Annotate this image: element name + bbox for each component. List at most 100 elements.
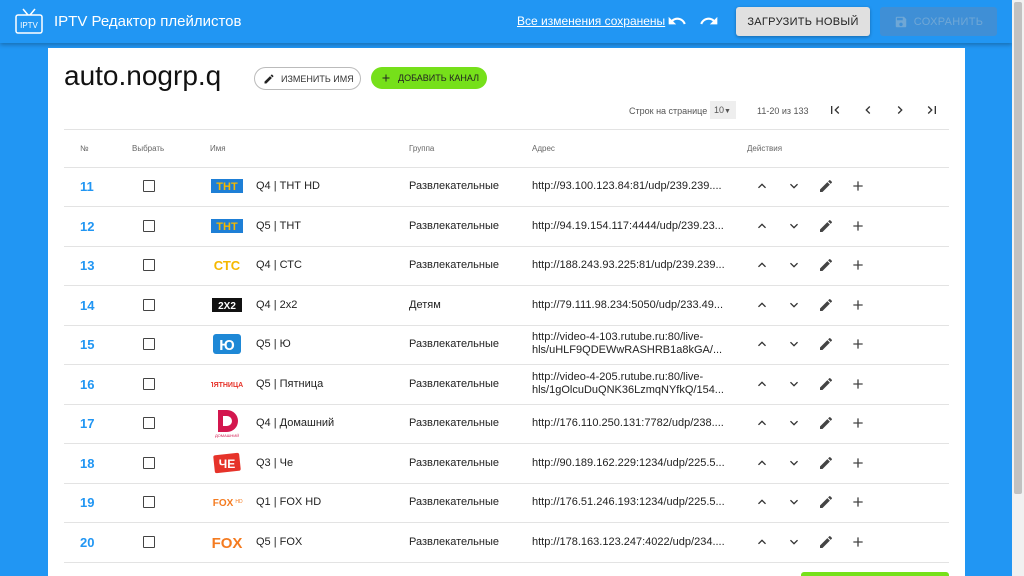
header-address: Адрес: [532, 144, 555, 153]
rows-per-page-select[interactable]: 10▼: [710, 101, 736, 119]
edit-icon[interactable]: [818, 415, 834, 431]
add-after-icon[interactable]: [850, 376, 866, 392]
scrollbar-thumb[interactable]: [1014, 2, 1022, 494]
add-after-icon[interactable]: [850, 455, 866, 471]
add-after-icon[interactable]: [850, 257, 866, 273]
rename-button[interactable]: ИЗМЕНИТЬ ИМЯ: [254, 67, 361, 90]
select-checkbox[interactable]: [143, 536, 155, 548]
next-page-icon[interactable]: [892, 102, 908, 118]
add-after-icon[interactable]: [850, 534, 866, 550]
move-down-icon[interactable]: [786, 297, 802, 313]
add-after-icon[interactable]: [850, 415, 866, 431]
app-bar: IPTV IPTV Редактор плейлистов Все измене…: [0, 0, 1012, 43]
edit-icon[interactable]: [818, 494, 834, 510]
select-checkbox[interactable]: [143, 259, 155, 271]
select-checkbox[interactable]: [143, 338, 155, 350]
logo-text: ТНТ: [216, 221, 238, 233]
channel-number[interactable]: 14: [80, 298, 94, 313]
channel-number[interactable]: 19: [80, 495, 94, 510]
2x2-logo: 2X2: [211, 290, 243, 320]
channel-number[interactable]: 20: [80, 535, 94, 550]
move-up-icon[interactable]: [754, 218, 770, 234]
undo-icon[interactable]: [667, 11, 687, 31]
move-down-icon[interactable]: [786, 218, 802, 234]
channel-group: Развлекательные: [409, 536, 499, 548]
add-after-icon[interactable]: [850, 218, 866, 234]
channel-number[interactable]: 12: [80, 219, 94, 234]
move-up-icon[interactable]: [754, 336, 770, 352]
move-up-icon[interactable]: [754, 494, 770, 510]
edit-icon[interactable]: [818, 455, 834, 471]
channel-name: Q4 | 2x2: [256, 299, 298, 311]
saved-status-link[interactable]: Все изменения сохранены: [517, 14, 665, 28]
move-up-icon[interactable]: [754, 415, 770, 431]
upload-new-button[interactable]: ЗАГРУЗИТЬ НОВЫЙ: [736, 7, 870, 36]
fab-bar[interactable]: [801, 572, 949, 576]
select-checkbox[interactable]: [143, 378, 155, 390]
channel-address: http://176.110.250.131:7782/udp/238....: [532, 417, 724, 429]
select-checkbox[interactable]: [143, 180, 155, 192]
move-up-icon[interactable]: [754, 178, 770, 194]
channel-number[interactable]: 15: [80, 337, 94, 352]
prev-page-icon[interactable]: [860, 102, 876, 118]
edit-icon[interactable]: [818, 257, 834, 273]
save-button[interactable]: СОХРАНИТЬ: [880, 7, 997, 36]
move-down-icon[interactable]: [786, 376, 802, 392]
rows-per-page-value: 10: [714, 105, 725, 115]
edit-icon[interactable]: [818, 376, 834, 392]
add-channel-button[interactable]: ДОБАВИТЬ КАНАЛ: [371, 67, 487, 89]
move-up-icon[interactable]: [754, 257, 770, 273]
tnt-logo: ТНТ: [211, 211, 243, 241]
table-row: 16 ПЯТНИЦА! Q5 | Пятница Развлекательные…: [64, 365, 949, 405]
edit-icon[interactable]: [818, 218, 834, 234]
move-down-icon[interactable]: [786, 494, 802, 510]
move-down-icon[interactable]: [786, 178, 802, 194]
move-down-icon[interactable]: [786, 534, 802, 550]
rename-button-label: ИЗМЕНИТЬ ИМЯ: [281, 73, 354, 84]
channel-group: Развлекательные: [409, 338, 499, 350]
move-down-icon[interactable]: [786, 257, 802, 273]
add-after-icon[interactable]: [850, 336, 866, 352]
add-after-icon[interactable]: [850, 297, 866, 313]
move-down-icon[interactable]: [786, 455, 802, 471]
channel-number[interactable]: 16: [80, 377, 94, 392]
edit-icon[interactable]: [818, 534, 834, 550]
select-checkbox[interactable]: [143, 417, 155, 429]
add-after-icon[interactable]: [850, 494, 866, 510]
channel-number[interactable]: 17: [80, 416, 94, 431]
move-down-icon[interactable]: [786, 336, 802, 352]
select-checkbox[interactable]: [143, 220, 155, 232]
channel-name: Q5 | Ю: [256, 338, 291, 350]
move-down-icon[interactable]: [786, 415, 802, 431]
first-page-icon[interactable]: [827, 102, 843, 118]
add-after-icon[interactable]: [850, 178, 866, 194]
plus-icon: [382, 74, 390, 82]
logo-text: ПЯТНИЦА!: [211, 382, 243, 389]
select-checkbox[interactable]: [143, 299, 155, 311]
move-up-icon[interactable]: [754, 534, 770, 550]
channel-number[interactable]: 13: [80, 258, 94, 273]
edit-icon[interactable]: [818, 178, 834, 194]
select-checkbox[interactable]: [143, 496, 155, 508]
logo-text: FOX: [213, 498, 234, 509]
channel-name: Q5 | ТНТ: [256, 220, 302, 232]
redo-icon[interactable]: [699, 11, 719, 31]
row-divider: [64, 562, 949, 563]
last-page-icon[interactable]: [924, 102, 940, 118]
move-up-icon[interactable]: [754, 455, 770, 471]
logo-text: ЧЕ: [219, 457, 235, 471]
edit-icon[interactable]: [818, 336, 834, 352]
header-actions: Действия: [747, 144, 783, 153]
move-up-icon[interactable]: [754, 297, 770, 313]
channel-group: Развлекательные: [409, 180, 499, 192]
channel-group: Развлекательные: [409, 220, 499, 232]
channel-number[interactable]: 18: [80, 456, 94, 471]
channel-number[interactable]: 11: [80, 179, 94, 194]
channel-address: http://94.19.154.117:4444/udp/239.23...: [532, 220, 724, 232]
save-button-label: СОХРАНИТЬ: [913, 15, 984, 28]
yu-logo: Ю: [211, 329, 243, 359]
edit-icon[interactable]: [818, 297, 834, 313]
select-checkbox[interactable]: [143, 457, 155, 469]
move-up-icon[interactable]: [754, 376, 770, 392]
channel-address: http://video-4-103.rutube.ru:80/live-hls…: [532, 331, 723, 356]
